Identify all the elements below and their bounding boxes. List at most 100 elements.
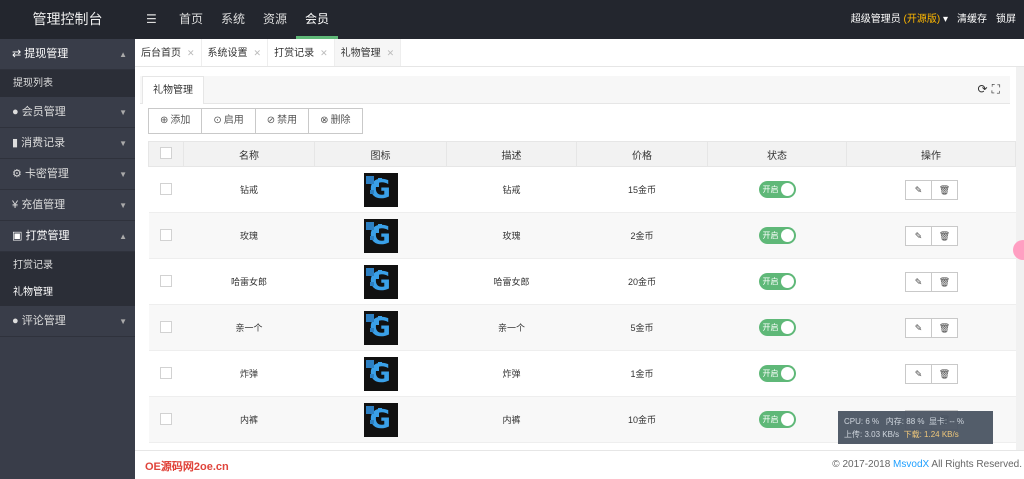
menu-toggle-icon[interactable]: ☰ [146,12,157,26]
copyright-years: © 2017-2018 [832,459,891,470]
add-button[interactable]: ⊕ 添加 [148,108,203,134]
sidebar-group-label: 提现管理 [24,48,69,60]
delete-row-button[interactable]: 🗑 [931,317,958,338]
sidebar-group-cardkey[interactable]: ⚙ 卡密管理 ▼ [0,159,135,190]
delete-row-button[interactable]: 🗑 [931,225,958,246]
row-select-cell [148,212,184,259]
top-right-menu: 超级管理员 (开源版) ▾ 清缓存 锁屏 [851,0,1016,39]
disable-button[interactable]: ⊘ 禁用 [254,108,310,134]
gift-table: 名称 图标 描述 价格 状态 操作 钻戒 钻戒 15金币 开启 ✎🗑 玫瑰 [148,141,1016,443]
download-speed: 下载: 1.24 KB/s [903,430,959,439]
refresh-icon[interactable]: ⟳ [978,82,992,96]
lock-screen-link[interactable]: 锁屏 [996,0,1016,39]
gift-icon-cell [314,166,447,213]
gift-price: 20金币 [576,258,708,305]
brand-link[interactable]: MsvodX [893,459,929,470]
edit-button[interactable]: ✎ [905,317,932,338]
topbar: 管理控制台 ☰ 首页 系统 资源 会员 超级管理员 (开源版) ▾ 清缓存 锁屏 [0,0,1024,39]
status-toggle[interactable]: 开启 [758,319,796,336]
sidebar-group-comments[interactable]: ● 评论管理 ▼ [0,306,135,337]
row-select-cell [148,304,184,351]
edit-button[interactable]: ✎ [905,179,932,200]
edit-button[interactable]: ✎ [905,363,932,384]
select-all-checkbox[interactable] [160,146,172,159]
sidebar-item-reward-records[interactable]: 打赏记录 [0,252,135,279]
tab-reward-records[interactable]: 打赏记录 ✕ [268,39,335,66]
actions-cell: ✎🗑 [846,166,1016,213]
topnav-item-resource[interactable]: 资源 [254,0,296,39]
status-toggle[interactable]: 开启 [758,411,796,428]
gift-image [363,172,398,207]
sidebar-group-label: 卡密管理 [24,168,69,180]
user-name: 超级管理员 [850,14,901,25]
gift-price: 2金币 [576,212,708,259]
tab-label: 礼物管理 [340,48,381,59]
sidebar-item-gift-manage[interactable]: 礼物管理 [0,279,135,306]
yen-icon: ¥ [12,199,19,211]
sidebar-group-consumption[interactable]: ▮ 消费记录 ▼ [0,128,135,159]
button-label: 添加 [170,115,191,126]
tab-system-settings[interactable]: 系统设置 ✕ [202,39,269,66]
tab-home[interactable]: 后台首页 ✕ [135,39,202,66]
sidebar: ⇄ 提现管理 ▲ 提现列表 ● 会员管理 ▼ ▮ 消费记录 ▼ ⚙ 卡密管理 ▼ ¥ 充… [0,39,135,479]
actions-cell: ✎🗑 [846,304,1016,351]
edit-button[interactable]: ✎ [905,225,932,246]
gift-desc: 哈雷女郎 [446,258,577,305]
clear-cache-link[interactable]: 清缓存 [957,0,987,39]
column-header: 名称 [183,141,315,167]
table-row: 炸弹 炸弹 1金币 开启 ✎🗑 [148,350,1016,397]
close-icon[interactable]: ✕ [320,48,328,58]
row-select-cell [148,166,184,213]
gift-price: 15金币 [576,166,708,213]
tab-gift-manage[interactable]: 礼物管理 ✕ [334,39,402,66]
close-icon[interactable]: ✕ [387,48,395,58]
close-icon[interactable]: ✕ [187,48,195,58]
fullscreen-icon[interactable]: ⛶ [992,82,1004,96]
app-logo[interactable]: 管理控制台 [0,0,135,39]
gift-image [363,218,398,253]
gift-price: 10金币 [576,396,708,443]
status-cell: 开启 [707,350,847,397]
enable-button[interactable]: ⊙ 启用 [201,108,256,134]
gift-desc: 玫瑰 [446,212,577,259]
user-menu[interactable]: 超级管理员 (开源版) ▾ [851,0,948,39]
row-checkbox[interactable] [160,228,172,241]
status-toggle[interactable]: 开启 [758,227,796,244]
actions-cell: ✎🗑 [846,350,1016,397]
card-title[interactable]: 礼物管理 [142,76,204,104]
delete-button[interactable]: ⊗ 删除 [308,108,363,134]
comment-icon: ● [12,315,19,327]
row-checkbox[interactable] [160,182,172,195]
edit-button[interactable]: ✎ [905,271,932,292]
sidebar-item-withdraw-list[interactable]: 提现列表 [0,70,135,97]
memory-usage: 内存: 88 % [885,417,925,426]
sidebar-group-withdraw[interactable]: ⇄ 提现管理 ▲ [0,39,135,70]
plus-circle-icon: ⊕ [160,115,169,126]
row-checkbox[interactable] [160,366,172,379]
button-label: 禁用 [277,115,298,126]
row-checkbox[interactable] [160,320,172,333]
status-toggle[interactable]: 开启 [758,273,796,290]
gpu-usage: 显卡: -- % [928,417,965,426]
gift-image [363,402,398,437]
delete-row-button[interactable]: 🗑 [931,271,958,292]
sidebar-group-reward[interactable]: ▣ 打赏管理 ▲ [0,221,135,252]
topnav-item-system[interactable]: 系统 [212,0,254,39]
delete-row-button[interactable]: 🗑 [931,363,958,384]
row-checkbox[interactable] [160,412,172,425]
gift-desc: 内裤 [446,396,577,443]
close-icon[interactable]: ✕ [254,48,262,58]
gift-name: 炸弹 [183,350,315,397]
status-toggle[interactable]: 开启 [758,365,796,382]
status-toggle[interactable]: 开启 [758,181,796,198]
topnav-item-member[interactable]: 会员 [296,0,339,39]
chevron-down-icon: ▼ [119,108,127,117]
status-cell: 开启 [707,258,847,305]
sidebar-group-recharge[interactable]: ¥ 充值管理 ▼ [0,190,135,221]
gift-desc: 钻戒 [446,166,577,213]
card-tools: ⟳⛶ [978,82,1004,97]
topnav-item-home[interactable]: 首页 [170,0,212,39]
delete-row-button[interactable]: 🗑 [931,179,958,200]
sidebar-group-members[interactable]: ● 会员管理 ▼ [0,97,135,128]
row-checkbox[interactable] [160,274,172,287]
